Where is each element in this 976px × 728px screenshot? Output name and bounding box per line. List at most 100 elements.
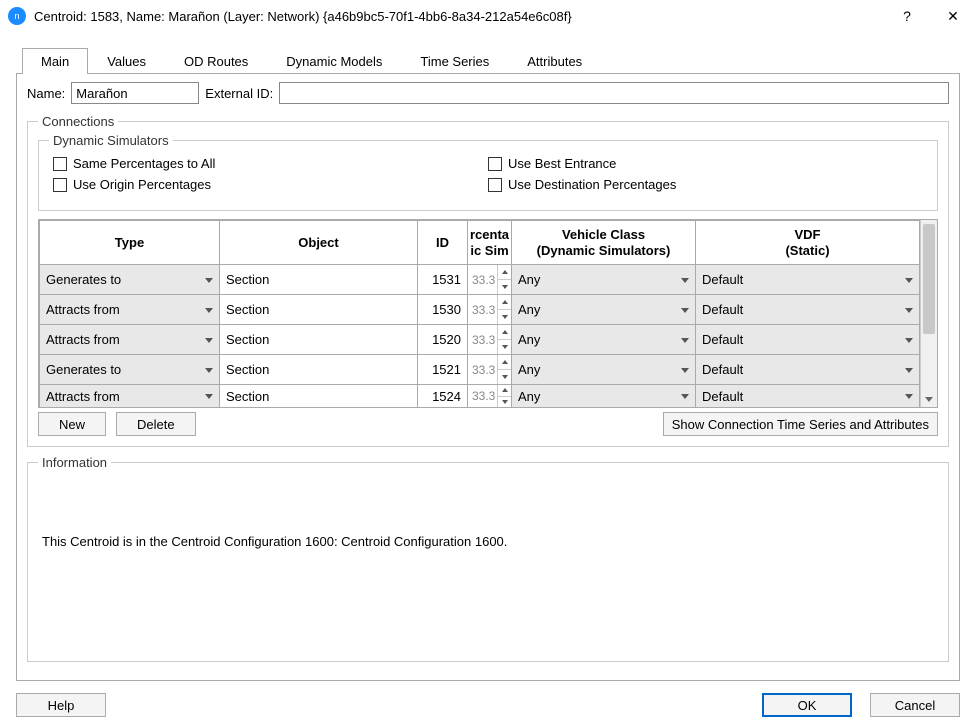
dynamic-simulators-group: Dynamic Simulators Same Percentages to A…: [38, 133, 938, 211]
spin-up-icon[interactable]: [497, 325, 511, 339]
help-button[interactable]: Help: [16, 693, 106, 717]
close-icon[interactable]: ✕: [930, 0, 976, 32]
name-input[interactable]: [71, 82, 199, 104]
spin-up-icon[interactable]: [497, 385, 511, 396]
object-cell[interactable]: Section: [220, 325, 417, 354]
check-use-best-entrance[interactable]: Use Best Entrance: [488, 156, 923, 171]
col-type[interactable]: Type: [40, 221, 220, 265]
scroll-thumb[interactable]: [923, 224, 935, 334]
check-use-origin-percentages[interactable]: Use Origin Percentages: [53, 177, 488, 192]
tab-values[interactable]: Values: [88, 48, 165, 74]
type-dropdown[interactable]: Attracts from: [40, 295, 219, 324]
cancel-button[interactable]: Cancel: [870, 693, 960, 717]
tab-dynamic-models[interactable]: Dynamic Models: [267, 48, 401, 74]
vdf-dropdown[interactable]: Default: [696, 325, 919, 354]
id-cell: 1530: [418, 295, 467, 324]
percentage-spinner[interactable]: 33.3: [468, 385, 511, 407]
vehicle-class-dropdown[interactable]: Any: [512, 295, 695, 324]
chevron-down-icon: [681, 394, 689, 399]
show-time-series-button[interactable]: Show Connection Time Series and Attribut…: [663, 412, 938, 436]
app-icon: n: [8, 7, 26, 25]
spin-down-icon[interactable]: [497, 396, 511, 408]
chevron-down-icon: [205, 368, 213, 373]
help-icon[interactable]: ?: [884, 0, 930, 32]
percentage-spinner[interactable]: 33.3: [468, 295, 511, 324]
tab-main[interactable]: Main: [22, 48, 88, 74]
tab-od-routes[interactable]: OD Routes: [165, 48, 267, 74]
connections-group: Connections Dynamic Simulators Same Perc…: [27, 114, 949, 447]
svg-text:n: n: [14, 11, 19, 21]
dynamic-simulators-legend: Dynamic Simulators: [49, 133, 173, 148]
check-same-percentages[interactable]: Same Percentages to All: [53, 156, 488, 171]
chevron-down-icon: [205, 308, 213, 313]
chevron-down-icon: [681, 368, 689, 373]
delete-button[interactable]: Delete: [116, 412, 196, 436]
name-label: Name:: [27, 86, 65, 101]
tab-attributes[interactable]: Attributes: [508, 48, 601, 74]
checkbox-icon: [488, 178, 502, 192]
vdf-dropdown[interactable]: Default: [696, 295, 919, 324]
information-legend: Information: [38, 455, 111, 470]
type-dropdown[interactable]: Generates to: [40, 265, 219, 294]
object-cell[interactable]: Section: [220, 355, 417, 384]
percentage-spinner[interactable]: 33.3: [468, 265, 511, 294]
id-cell: 1524: [418, 385, 467, 407]
object-cell[interactable]: Section: [220, 385, 417, 407]
col-vdf[interactable]: VDF(Static): [696, 221, 920, 265]
vehicle-class-dropdown[interactable]: Any: [512, 355, 695, 384]
col-percentage[interactable]: rcentaic Sim: [468, 221, 512, 265]
vehicle-class-dropdown[interactable]: Any: [512, 265, 695, 294]
id-cell: 1531: [418, 265, 467, 294]
checkbox-icon: [488, 157, 502, 171]
vdf-dropdown[interactable]: Default: [696, 265, 919, 294]
object-cell[interactable]: Section: [220, 265, 417, 294]
type-dropdown[interactable]: Attracts from: [40, 325, 219, 354]
chevron-down-icon: [681, 338, 689, 343]
vdf-dropdown[interactable]: Default: [696, 385, 919, 407]
col-id[interactable]: ID: [418, 221, 468, 265]
spin-down-icon[interactable]: [497, 309, 511, 324]
tab-bar: Main Values OD Routes Dynamic Models Tim…: [16, 48, 960, 74]
spin-down-icon[interactable]: [497, 339, 511, 354]
chevron-down-icon: [205, 278, 213, 283]
title-bar: n Centroid: 1583, Name: Marañon (Layer: …: [0, 0, 976, 32]
new-button[interactable]: New: [38, 412, 106, 436]
percentage-spinner[interactable]: 33.3: [468, 325, 511, 354]
id-cell: 1521: [418, 355, 467, 384]
connections-table: Type Object ID rcentaic Sim Vehicle Clas…: [38, 219, 938, 408]
scroll-down-icon[interactable]: [921, 391, 937, 407]
chevron-down-icon: [681, 308, 689, 313]
chevron-down-icon: [205, 394, 213, 399]
vehicle-class-dropdown[interactable]: Any: [512, 325, 695, 354]
chevron-down-icon: [205, 338, 213, 343]
object-cell[interactable]: Section: [220, 295, 417, 324]
spin-up-icon[interactable]: [497, 355, 511, 369]
checkbox-icon: [53, 178, 67, 192]
connections-legend: Connections: [38, 114, 118, 129]
checkbox-icon: [53, 157, 67, 171]
col-object[interactable]: Object: [220, 221, 418, 265]
spin-up-icon[interactable]: [497, 295, 511, 309]
chevron-down-icon: [905, 368, 913, 373]
type-dropdown[interactable]: Attracts from: [40, 385, 219, 407]
external-id-input[interactable]: [279, 82, 949, 104]
spin-down-icon[interactable]: [497, 369, 511, 384]
spin-down-icon[interactable]: [497, 279, 511, 294]
tab-time-series[interactable]: Time Series: [401, 48, 508, 74]
check-use-destination-percentages[interactable]: Use Destination Percentages: [488, 177, 923, 192]
type-dropdown[interactable]: Generates to: [40, 355, 219, 384]
information-group: Information This Centroid is in the Cent…: [27, 455, 949, 662]
vehicle-class-dropdown[interactable]: Any: [512, 385, 695, 407]
external-id-label: External ID:: [205, 86, 273, 101]
chevron-down-icon: [905, 338, 913, 343]
ok-button[interactable]: OK: [762, 693, 852, 717]
information-text: This Centroid is in the Centroid Configu…: [38, 474, 938, 553]
table-scrollbar[interactable]: [920, 220, 937, 407]
vdf-dropdown[interactable]: Default: [696, 355, 919, 384]
spin-up-icon[interactable]: [497, 265, 511, 279]
percentage-spinner[interactable]: 33.3: [468, 355, 511, 384]
chevron-down-icon: [905, 308, 913, 313]
chevron-down-icon: [905, 278, 913, 283]
chevron-down-icon: [681, 278, 689, 283]
col-vehicle-class[interactable]: Vehicle Class(Dynamic Simulators): [512, 221, 696, 265]
